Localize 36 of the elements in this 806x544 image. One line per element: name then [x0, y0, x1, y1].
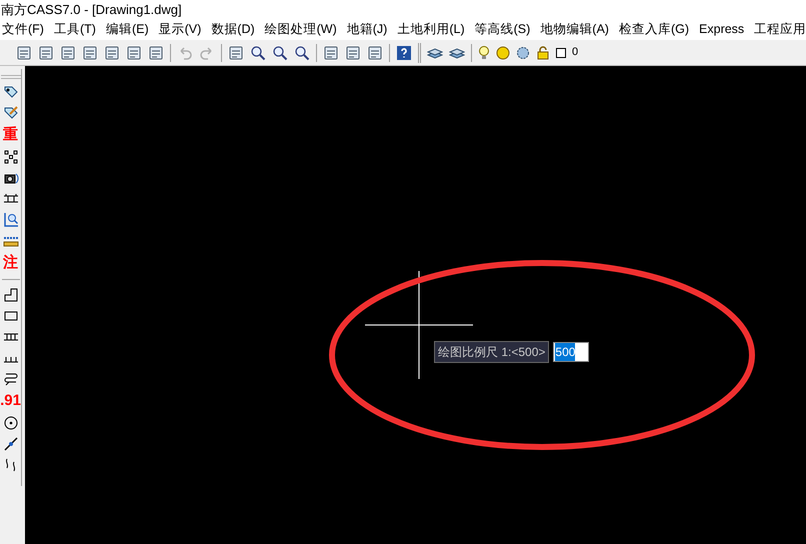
menu-item[interactable]: 编辑(E) — [106, 20, 149, 38]
zoom-icon[interactable] — [2, 212, 18, 228]
layer-name[interactable]: 0 — [572, 44, 578, 61]
lock-icon[interactable] — [536, 46, 550, 60]
menu-item[interactable]: 文件(F) — [2, 20, 44, 38]
zoomprev-icon[interactable] — [294, 44, 310, 60]
zoom-icon[interactable] — [250, 44, 266, 60]
pencil-icon[interactable] — [2, 105, 18, 121]
menu-item[interactable]: 绘图处理(W) — [264, 20, 337, 38]
menu-item[interactable]: 地物编辑(A) — [540, 20, 609, 38]
menu-item[interactable]: 工具(T) — [54, 20, 96, 38]
color-swatch[interactable] — [556, 48, 566, 58]
menu-item[interactable]: 地籍(J) — [346, 20, 388, 38]
scale-input-field[interactable]: 500 — [553, 342, 590, 362]
window-title: 南方CASS7.0 - [Drawing1.dwg] — [1, 2, 182, 16]
menu-item[interactable]: 土地利用(L) — [397, 20, 465, 38]
help-icon[interactable] — [396, 44, 412, 60]
bulb-icon[interactable] — [478, 44, 490, 60]
line-icon[interactable] — [2, 436, 18, 452]
menu-item[interactable]: 等高线(S) — [474, 20, 530, 38]
menu-item[interactable]: 数据(D) — [211, 20, 255, 38]
sun-icon[interactable] — [496, 46, 510, 60]
tool-button[interactable]: 重 — [3, 126, 18, 144]
step-icon[interactable] — [2, 287, 18, 303]
tool-button[interactable]: 注 — [3, 254, 18, 272]
dots-icon[interactable] — [2, 149, 18, 165]
menu-item[interactable]: Express — [699, 20, 744, 38]
circle-icon[interactable] — [2, 415, 18, 431]
menu-item[interactable]: 显示(V) — [158, 20, 202, 38]
menu-item[interactable]: 工程应用 — [754, 20, 806, 38]
coil-icon[interactable] — [2, 371, 18, 387]
zoomwin-icon[interactable] — [272, 44, 288, 60]
command-prompt: 绘图比例尺 1:<500> — [434, 341, 550, 363]
tool-button[interactable]: .91 — [0, 392, 21, 410]
tag-icon[interactable] — [2, 84, 18, 100]
menu-item[interactable]: 检查入库(G) — [618, 20, 690, 38]
